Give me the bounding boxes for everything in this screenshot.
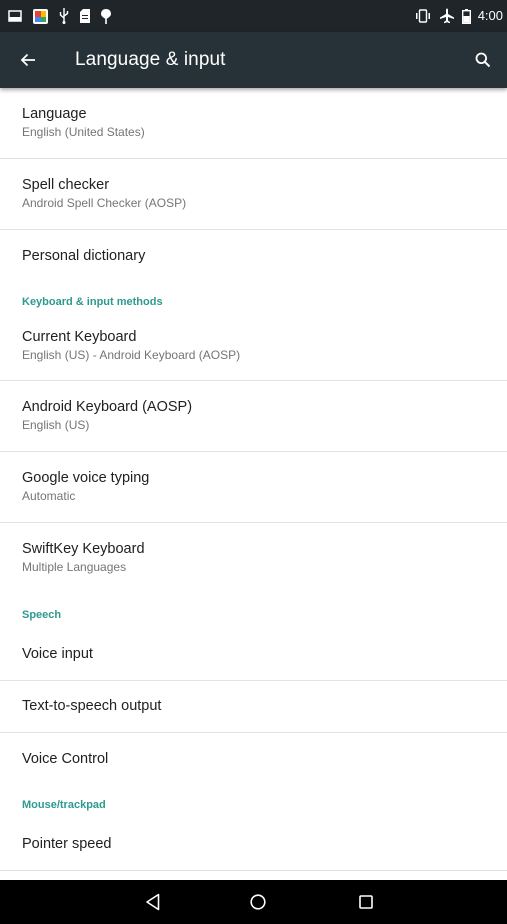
setting-summary: English (United States) — [22, 125, 145, 139]
home-nav-icon — [250, 894, 266, 910]
setting-title: Spell checker — [22, 177, 110, 193]
usb-icon — [59, 8, 69, 24]
category-mouse-trackpad: Mouse/trackpad — [22, 799, 106, 811]
setting-title: Voice Control — [22, 750, 109, 767]
setting-text-to-speech-output[interactable]: Text-to-speech output — [0, 681, 507, 733]
screenshot-icon — [8, 10, 22, 22]
search-icon — [475, 52, 491, 68]
setting-summary: Multiple Languages — [22, 560, 127, 574]
setting-current-keyboard[interactable]: Current Keyboard English (US) - Android … — [0, 320, 507, 381]
back-nav-icon — [146, 893, 160, 911]
page-title: Language & input — [75, 49, 226, 70]
navigate-up-button[interactable] — [8, 40, 48, 80]
setting-google-voice-typing[interactable]: Google voice typing Automatic — [0, 452, 507, 523]
setting-title: Current Keyboard — [22, 329, 137, 345]
setting-personal-dictionary[interactable]: Personal dictionary — [0, 230, 507, 282]
setting-pointer-speed[interactable]: Pointer speed — [0, 823, 507, 871]
setting-title: Personal dictionary — [22, 247, 146, 264]
setting-title: Language — [22, 106, 87, 122]
battery-icon — [461, 8, 471, 24]
nav-recents-button[interactable] — [346, 882, 386, 922]
photos-app-icon — [33, 8, 48, 24]
category-speech: Speech — [22, 609, 62, 621]
setting-title: SwiftKey Keyboard — [22, 541, 145, 557]
navigation-bar — [0, 880, 507, 924]
setting-title: Voice input — [22, 646, 93, 662]
setting-summary: English (US) - Android Keyboard (AOSP) — [22, 348, 241, 362]
setting-title: Google voice typing — [22, 470, 150, 486]
setting-voice-input[interactable]: Voice input — [0, 633, 507, 681]
setting-title: Android Keyboard (AOSP) — [22, 399, 193, 415]
setting-spell-checker[interactable]: Spell checker Android Spell Checker (AOS… — [0, 159, 507, 230]
setting-title: Pointer speed — [22, 836, 112, 852]
status-bar-system-icons: 4:00 — [414, 7, 503, 25]
arrow-back-icon — [20, 53, 35, 67]
setting-language[interactable]: Language English (United States) — [0, 88, 507, 159]
settings-list: Language English (United States) Spell c… — [0, 88, 507, 871]
app-toolbar: Language & input — [0, 32, 507, 88]
nav-back-button[interactable] — [133, 882, 173, 922]
location-pin-icon — [101, 8, 111, 24]
nav-home-button[interactable] — [238, 882, 278, 922]
setting-summary: Automatic — [22, 489, 76, 503]
vibrate-icon — [415, 9, 430, 23]
setting-summary: Android Spell Checker (AOSP) — [22, 196, 187, 210]
setting-voice-control[interactable]: Voice Control — [0, 733, 507, 785]
status-bar-notification-icons — [8, 7, 122, 25]
category-keyboard-input-methods: Keyboard & input methods — [22, 296, 163, 308]
setting-title: Text-to-speech output — [22, 698, 162, 714]
recents-nav-icon — [359, 895, 373, 909]
setting-swiftkey-keyboard[interactable]: SwiftKey Keyboard Multiple Languages — [0, 523, 507, 595]
status-bar: 4:00 — [0, 0, 507, 32]
setting-summary: English (US) — [22, 418, 90, 432]
status-bar-clock: 4:00 — [477, 8, 503, 23]
sd-card-icon — [80, 9, 90, 23]
android-screen: 4:00 Language & input Language English (… — [0, 0, 507, 924]
airplane-mode-icon — [439, 8, 454, 24]
search-button[interactable] — [463, 40, 503, 80]
setting-android-keyboard[interactable]: Android Keyboard (AOSP) English (US) — [0, 381, 507, 452]
